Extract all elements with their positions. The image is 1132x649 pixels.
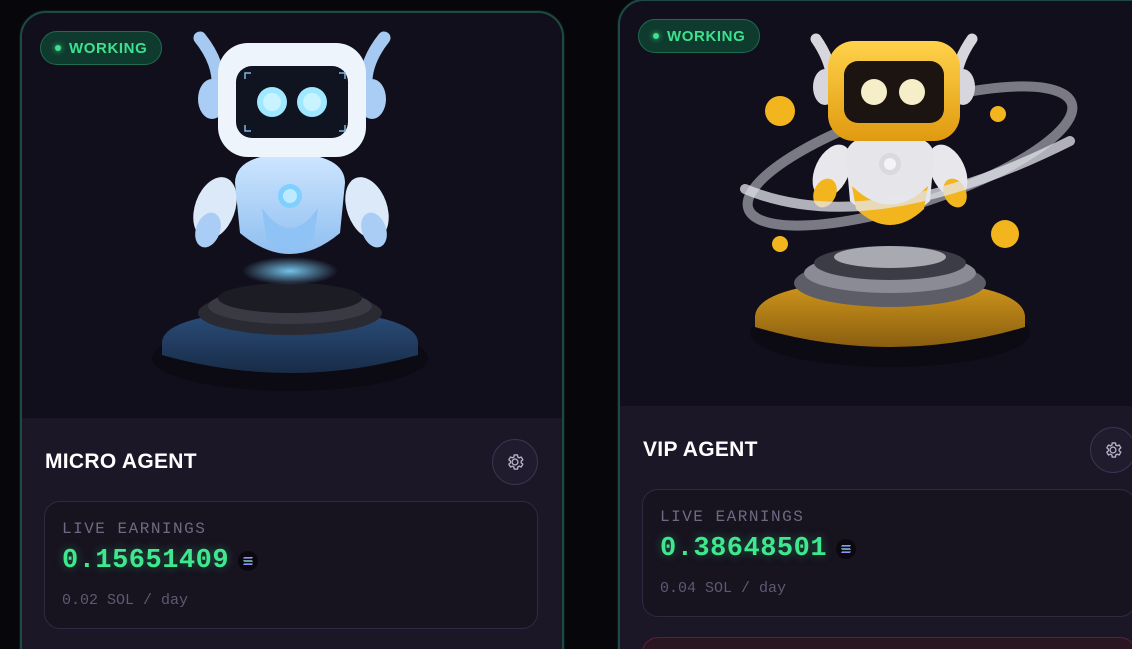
agent-artwork (620, 1, 1132, 406)
agent-card-micro[interactable]: WORKING MICRO AGENT LIVE EARNINGS 0.1565… (20, 11, 564, 649)
gear-icon (508, 454, 524, 470)
agent-settings-button[interactable] (492, 439, 538, 485)
status-label: WORKING (667, 27, 746, 45)
agent-artwork (22, 13, 562, 418)
blue-robot-illustration (152, 31, 428, 391)
earnings-label: LIVE EARNINGS (62, 520, 207, 538)
earnings-rate: 0.02 SOL / day (62, 592, 189, 609)
live-earnings-panel: LIVE EARNINGS 0.38648501 0.04 SOL / day (642, 489, 1132, 617)
agent-cards-view: WORKING MICRO AGENT LIVE EARNINGS 0.1565… (0, 0, 1132, 649)
agent-settings-button[interactable] (1090, 427, 1132, 473)
earnings-row: 0.15651409 (62, 546, 259, 576)
earnings-rate: 0.04 SOL / day (660, 580, 787, 597)
earnings-value: 0.38648501 (660, 534, 828, 564)
gold-robot-illustration (740, 33, 1078, 367)
status-dot-icon (55, 45, 61, 51)
gear-icon (1106, 442, 1122, 458)
earnings-label: LIVE EARNINGS (660, 508, 805, 526)
status-badge: WORKING (40, 31, 163, 65)
live-earnings-panel: LIVE EARNINGS 0.15651409 0.02 SOL / day (44, 501, 538, 629)
action-button-peek[interactable] (642, 637, 1132, 649)
agent-card-vip[interactable]: WORKING VIP AGENT LIVE EARNINGS 0.386485… (618, 0, 1132, 649)
agent-title: VIP AGENT (643, 438, 758, 461)
agent-title: MICRO AGENT (45, 450, 197, 473)
solana-icon (238, 551, 259, 571)
earnings-row: 0.38648501 (660, 534, 857, 564)
solana-icon (836, 539, 857, 559)
status-dot-icon (653, 33, 659, 39)
status-badge: WORKING (638, 19, 761, 53)
earnings-value: 0.15651409 (62, 546, 230, 576)
status-label: WORKING (69, 39, 148, 57)
